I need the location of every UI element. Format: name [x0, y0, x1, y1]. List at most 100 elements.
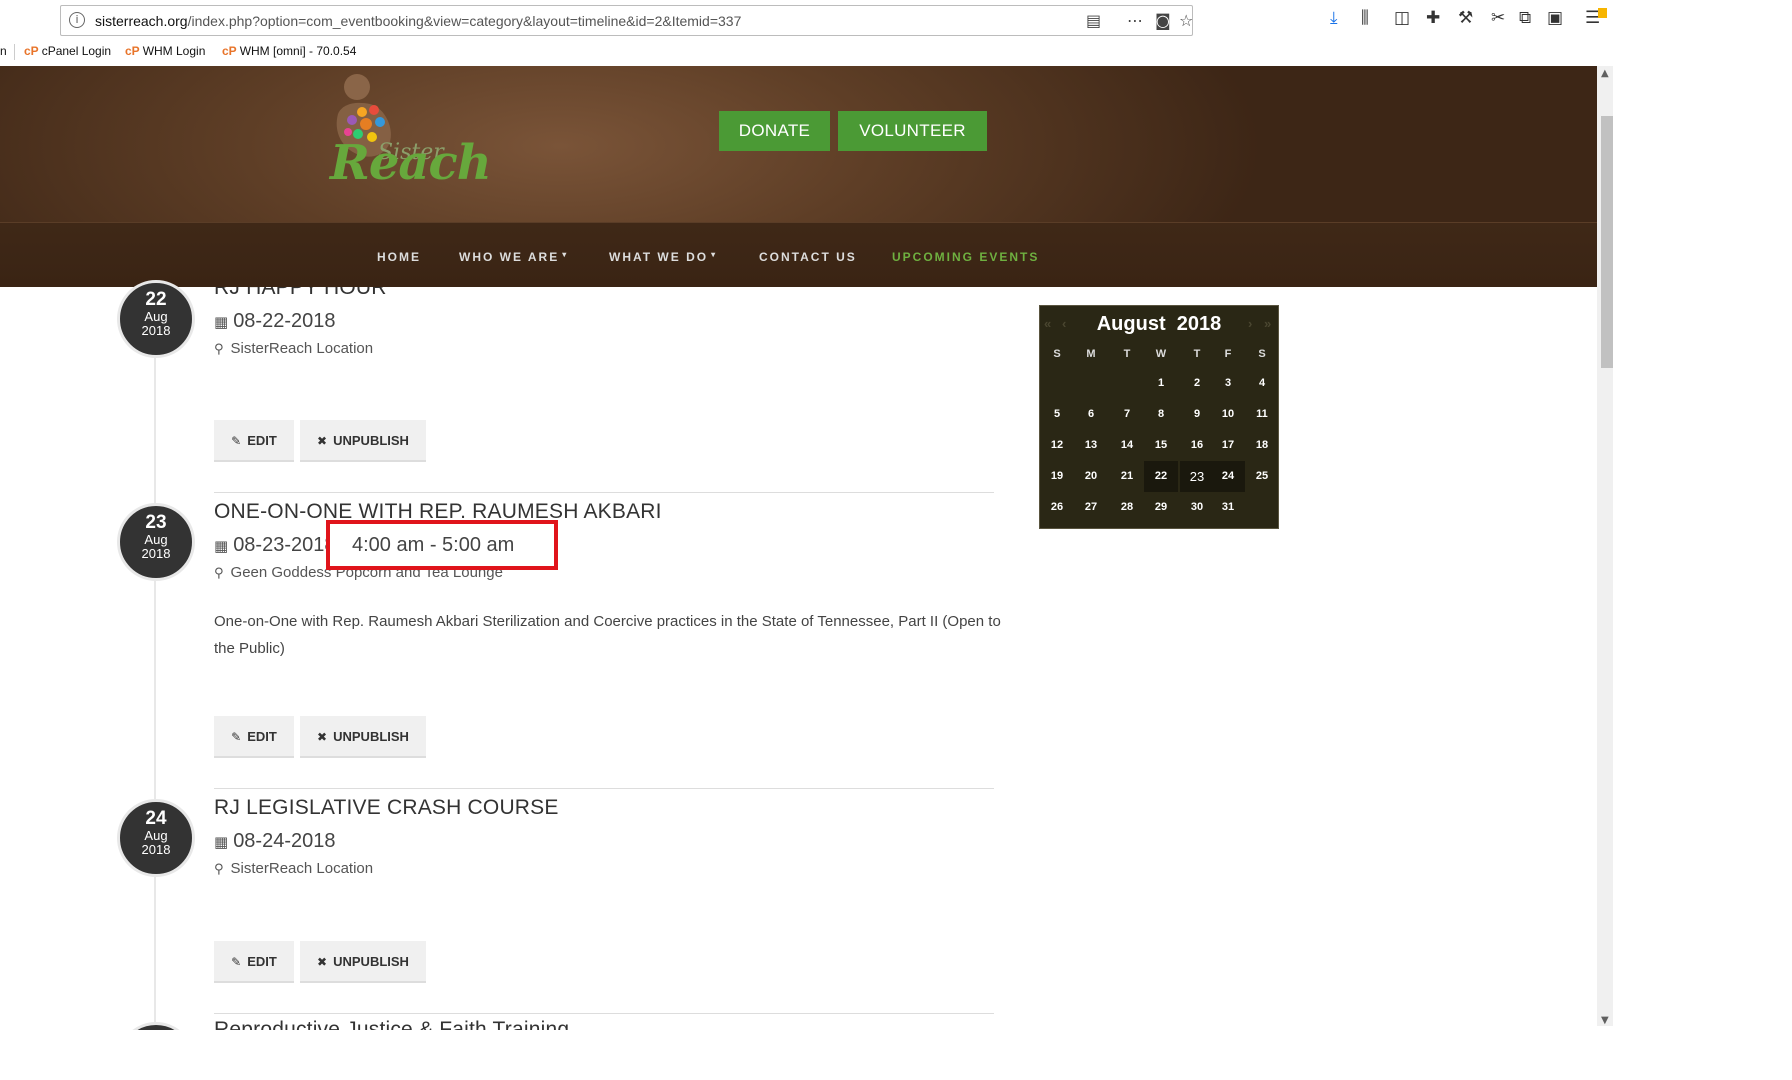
calendar-day[interactable]: 12	[1040, 430, 1074, 461]
calendar-day[interactable]: 23	[1180, 461, 1214, 492]
calendar-day[interactable]: 5	[1040, 399, 1074, 430]
bookmark-whm-omni[interactable]: cP WHM [omni] - 70.0.54	[222, 44, 356, 58]
scroll-up-arrow-icon[interactable]: ▲	[1601, 68, 1609, 79]
calendar-day[interactable]: 26	[1040, 492, 1074, 523]
event-divider	[214, 1013, 994, 1014]
clipboard-icon[interactable]: ▣	[1547, 8, 1563, 28]
bookmark-whm-login[interactable]: cP WHM Login	[125, 44, 205, 58]
calendar-day[interactable]: 31	[1211, 492, 1245, 523]
more-actions-icon[interactable]: ⋯	[1127, 11, 1143, 30]
event-location[interactable]: ⚲ SisterReach Location	[214, 860, 373, 877]
calendar-day[interactable]: 14	[1110, 430, 1144, 461]
extension-puzzle-icon[interactable]: ✚	[1426, 8, 1440, 28]
prev-year-icon[interactable]: «	[1044, 306, 1051, 342]
scroll-down-arrow-icon[interactable]: ▼	[1601, 1015, 1609, 1026]
calendar-day[interactable]: 8	[1144, 399, 1178, 430]
copy-icon[interactable]: ⧉	[1519, 8, 1531, 28]
edit-button[interactable]: ✎ EDIT	[214, 420, 294, 462]
calendar-day[interactable]: 10	[1211, 399, 1245, 430]
unpublish-label: UNPUBLISH	[333, 954, 409, 969]
mini-calendar: « ‹ August 2018 › » S M T W T F S 1 2 3 4 5 6 7 8 9 10 11…	[1039, 305, 1279, 529]
calendar-weekday: F	[1224, 348, 1232, 360]
event-location[interactable]: ⚲ SisterReach Location	[214, 340, 373, 357]
event-cutoff-region: Reproductive Justice & Faith Training	[0, 1018, 1597, 1030]
badge-month: Aug	[144, 309, 168, 324]
unpublish-button[interactable]: ✖ UNPUBLISH	[300, 420, 426, 462]
edit-button[interactable]: ✎ EDIT	[214, 716, 294, 758]
pocket-icon[interactable]: ◙	[1155, 11, 1171, 30]
calendar-day[interactable]: 25	[1245, 461, 1279, 492]
scissors-icon[interactable]: ✂	[1491, 8, 1505, 28]
close-x-icon: ✖	[317, 730, 328, 744]
calendar-weekday: T	[1193, 348, 1201, 360]
bookmark-cpanel-login[interactable]: cP cPanel Login	[24, 44, 111, 58]
calendar-day[interactable]: 29	[1144, 492, 1178, 523]
unpublish-button[interactable]: ✖ UNPUBLISH	[300, 716, 426, 758]
cpanel-icon: cP	[222, 44, 237, 58]
calendar-icon: ▦	[214, 313, 229, 331]
calendar-day[interactable]: 30	[1180, 492, 1214, 523]
edit-label: EDIT	[247, 729, 277, 744]
prev-month-icon[interactable]: ‹	[1062, 306, 1066, 342]
bookmark-partial[interactable]: n	[0, 44, 7, 58]
calendar-day[interactable]: 19	[1040, 461, 1074, 492]
calendar-weekday: S	[1258, 348, 1266, 360]
scrollbar-thumb[interactable]	[1601, 116, 1613, 368]
bookmark-separator	[14, 44, 15, 60]
calendar-day[interactable]: 27	[1074, 492, 1108, 523]
donate-button[interactable]: DONATE	[719, 111, 830, 151]
url-text[interactable]: sisterreach.org/index.php?option=com_eve…	[95, 13, 741, 29]
calendar-grid: S M T W T F S 1 2 3 4 5 6 7 8 9 10 11 12 13 14 15 16 17 18 19 20 21…	[1040, 344, 1278, 523]
calendar-day[interactable]: 13	[1074, 430, 1108, 461]
calendar-day[interactable]: 3	[1211, 368, 1245, 399]
calendar-day[interactable]: 16	[1180, 430, 1214, 461]
calendar-day[interactable]: 4	[1245, 368, 1279, 399]
event-title[interactable]: RJ LEGISLATIVE CRASH COURSE	[214, 796, 559, 820]
red-highlight-box	[326, 520, 558, 570]
edit-icon: ✎	[231, 434, 242, 448]
wrench-icon[interactable]: ⚒	[1458, 8, 1473, 28]
calendar-day[interactable]: 24	[1211, 461, 1245, 492]
reader-view-icon[interactable]: ▤	[1086, 11, 1101, 30]
calendar-day[interactable]: 18	[1245, 430, 1279, 461]
event-description: One-on-One with Rep. Raumesh Akbari Ster…	[214, 613, 1001, 657]
calendar-day[interactable]: 22	[1144, 461, 1178, 492]
location-pin-icon: ⚲	[214, 862, 224, 877]
calendar-day[interactable]: 21	[1110, 461, 1144, 492]
downloads-icon[interactable]: ⤓	[1330, 8, 1338, 28]
calendar-day[interactable]: 2	[1180, 368, 1214, 399]
calendar-day[interactable]: 17	[1211, 430, 1245, 461]
calendar-day[interactable]: 28	[1110, 492, 1144, 523]
library-icon[interactable]: ⫼	[1361, 8, 1369, 28]
calendar-week-row: 26 27 28 29 30 31	[1040, 492, 1278, 523]
bookmark-label: WHM [omni] - 70.0.54	[239, 44, 357, 58]
unpublish-button[interactable]: ✖ UNPUBLISH	[300, 941, 426, 983]
calendar-day[interactable]: 7	[1110, 399, 1144, 430]
sidebar-icon[interactable]: ◫	[1394, 8, 1410, 28]
event-date: ▦ 08-24-2018	[214, 830, 336, 853]
calendar-day[interactable]: 9	[1180, 399, 1214, 430]
logo-main-text: Reach	[330, 135, 492, 191]
event-location-text: SisterReach Location	[230, 860, 374, 877]
timeline-line	[154, 286, 156, 1026]
calendar-day[interactable]: 11	[1245, 399, 1279, 430]
address-bar[interactable]: i sisterreach.org/index.php?option=com_e…	[60, 5, 1193, 36]
calendar-day[interactable]: 1	[1144, 368, 1178, 399]
calendar-day[interactable]: 15	[1144, 430, 1178, 461]
next-year-icon[interactable]: »	[1264, 306, 1271, 342]
edit-button[interactable]: ✎ EDIT	[214, 941, 294, 983]
calendar-week-row: 12 13 14 15 16 17 18	[1040, 430, 1278, 461]
calendar-weekday: M	[1086, 348, 1096, 360]
volunteer-button[interactable]: VOLUNTEER	[838, 111, 987, 151]
calendar-day[interactable]: 20	[1074, 461, 1108, 492]
next-month-icon[interactable]: ›	[1248, 306, 1252, 342]
event-title[interactable]: Reproductive Justice & Faith Training	[214, 1018, 569, 1030]
badge-year: 2018	[141, 842, 171, 857]
browser-chrome: i sisterreach.org/index.php?option=com_e…	[0, 0, 1610, 66]
bookmark-star-icon[interactable]: ☆	[1179, 11, 1193, 30]
close-x-icon: ✖	[317, 434, 328, 448]
badge-month: Aug	[144, 532, 168, 547]
info-icon[interactable]: i	[69, 12, 85, 28]
calendar-weekday: W	[1155, 348, 1167, 360]
calendar-day[interactable]: 6	[1074, 399, 1108, 430]
